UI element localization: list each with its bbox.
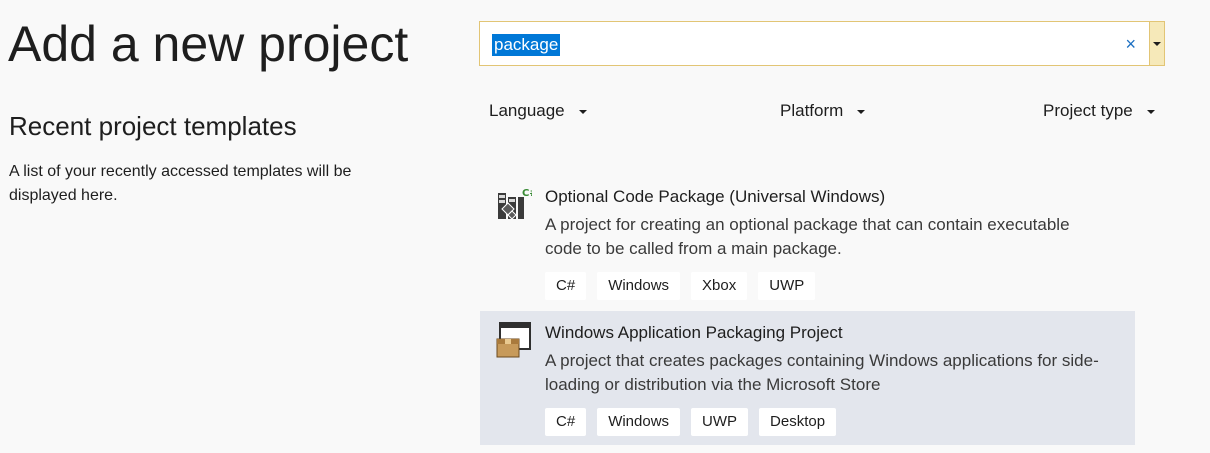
- clear-search-icon[interactable]: ×: [1125, 33, 1136, 55]
- tag-language: C#: [545, 272, 587, 300]
- code-package-icon: C#: [498, 188, 532, 220]
- search-input[interactable]: package: [492, 34, 561, 56]
- packaging-project-icon: [496, 322, 531, 358]
- tag-platform: Windows: [597, 272, 681, 300]
- platform-filter-dropdown[interactable]: Platform: [780, 98, 866, 124]
- recent-templates-heading: Recent project templates: [9, 111, 297, 141]
- chevron-down-icon: [1153, 42, 1161, 46]
- tag-platform: Xbox: [691, 272, 748, 300]
- tag-project-type: Desktop: [759, 408, 837, 436]
- language-filter-label: Language: [489, 101, 565, 120]
- page-title: Add a new project: [8, 16, 409, 72]
- search-box[interactable]: package ×: [479, 21, 1165, 66]
- template-item-windows-application-packaging-project[interactable]: Windows Application Packaging Project A …: [480, 311, 1135, 445]
- caret-down-icon: [1146, 109, 1155, 114]
- template-description: A project for creating an optional packa…: [545, 215, 1070, 258]
- caret-down-icon: [857, 109, 866, 114]
- language-filter-dropdown[interactable]: Language: [489, 98, 587, 124]
- recent-templates-description: A list of your recently accessed templat…: [9, 163, 352, 204]
- platform-filter-label: Platform: [780, 101, 844, 120]
- search-history-dropdown-button[interactable]: [1149, 22, 1164, 65]
- tag-platform: Windows: [597, 408, 681, 436]
- project-type-filter-dropdown[interactable]: Project type: [1043, 98, 1155, 124]
- tag-language: C#: [545, 408, 587, 436]
- tag-project-type: UWP: [691, 408, 749, 436]
- template-tags: C# Windows Xbox UWP: [545, 272, 816, 300]
- svg-text:C#: C#: [522, 188, 532, 199]
- tag-project-type: UWP: [758, 272, 816, 300]
- caret-down-icon: [578, 109, 587, 114]
- template-description: A project that creates packages containi…: [545, 351, 1099, 394]
- template-title: Windows Application Packaging Project: [545, 323, 843, 342]
- template-tags: C# Windows UWP Desktop: [545, 408, 837, 436]
- template-item-optional-code-package[interactable]: C# Optional Code Package (Universal Wind…: [480, 175, 1135, 307]
- template-title: Optional Code Package (Universal Windows…: [545, 187, 886, 206]
- project-type-filter-label: Project type: [1043, 101, 1133, 120]
